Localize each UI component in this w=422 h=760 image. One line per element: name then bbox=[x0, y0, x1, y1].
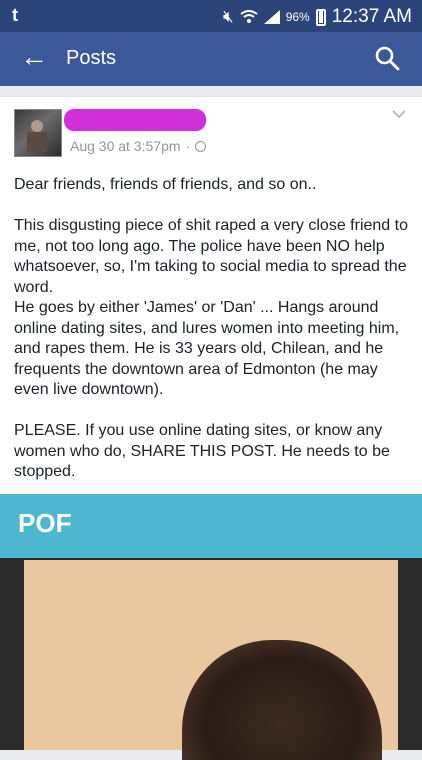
clock: 12:37 AM bbox=[331, 6, 412, 27]
status-icons: 🔇︎ 96% 12:37 AM bbox=[223, 6, 412, 28]
notification-icon: t bbox=[12, 5, 18, 25]
pof-logo: POF bbox=[18, 508, 72, 538]
meta-separator: · bbox=[185, 138, 191, 154]
post-meta: Aug 30 at 3:57pm · bbox=[70, 138, 207, 154]
wifi-icon bbox=[240, 10, 258, 23]
status-bar: t 🔇︎ 96% 12:37 AM bbox=[0, 0, 422, 32]
photo-subject-hair bbox=[182, 640, 382, 760]
battery-percent: 96% bbox=[285, 10, 310, 24]
post-paragraph: Dear friends, friends of friends, and so… bbox=[14, 176, 317, 193]
redacted-author-name bbox=[64, 109, 206, 131]
post-timestamp[interactable]: Aug 30 at 3:57pm bbox=[70, 138, 181, 154]
page-title: Posts bbox=[66, 47, 117, 69]
profile-photo bbox=[24, 560, 398, 760]
mute-icon: 🔇︎ bbox=[222, 7, 234, 26]
arrow-left-icon[interactable]: ← bbox=[20, 42, 48, 72]
signal-icon bbox=[263, 10, 280, 24]
post-paragraph: This disgusting piece of shit raped a ve… bbox=[14, 217, 408, 398]
battery-icon bbox=[315, 8, 326, 26]
post-card: Aug 30 at 3:57pm · Dear friends, friends… bbox=[0, 96, 422, 496]
globe-icon bbox=[195, 140, 207, 152]
app-bar: ← Posts bbox=[0, 32, 422, 86]
avatar[interactable] bbox=[14, 109, 62, 157]
attached-image-header: POF bbox=[0, 494, 422, 558]
search-icon[interactable] bbox=[374, 45, 400, 71]
post-text: Dear friends, friends of friends, and so… bbox=[14, 175, 410, 483]
chevron-down-icon[interactable] bbox=[392, 109, 406, 119]
attached-photo[interactable] bbox=[0, 558, 422, 760]
post-paragraph: PLEASE. If you use online dating sites, … bbox=[14, 422, 395, 480]
